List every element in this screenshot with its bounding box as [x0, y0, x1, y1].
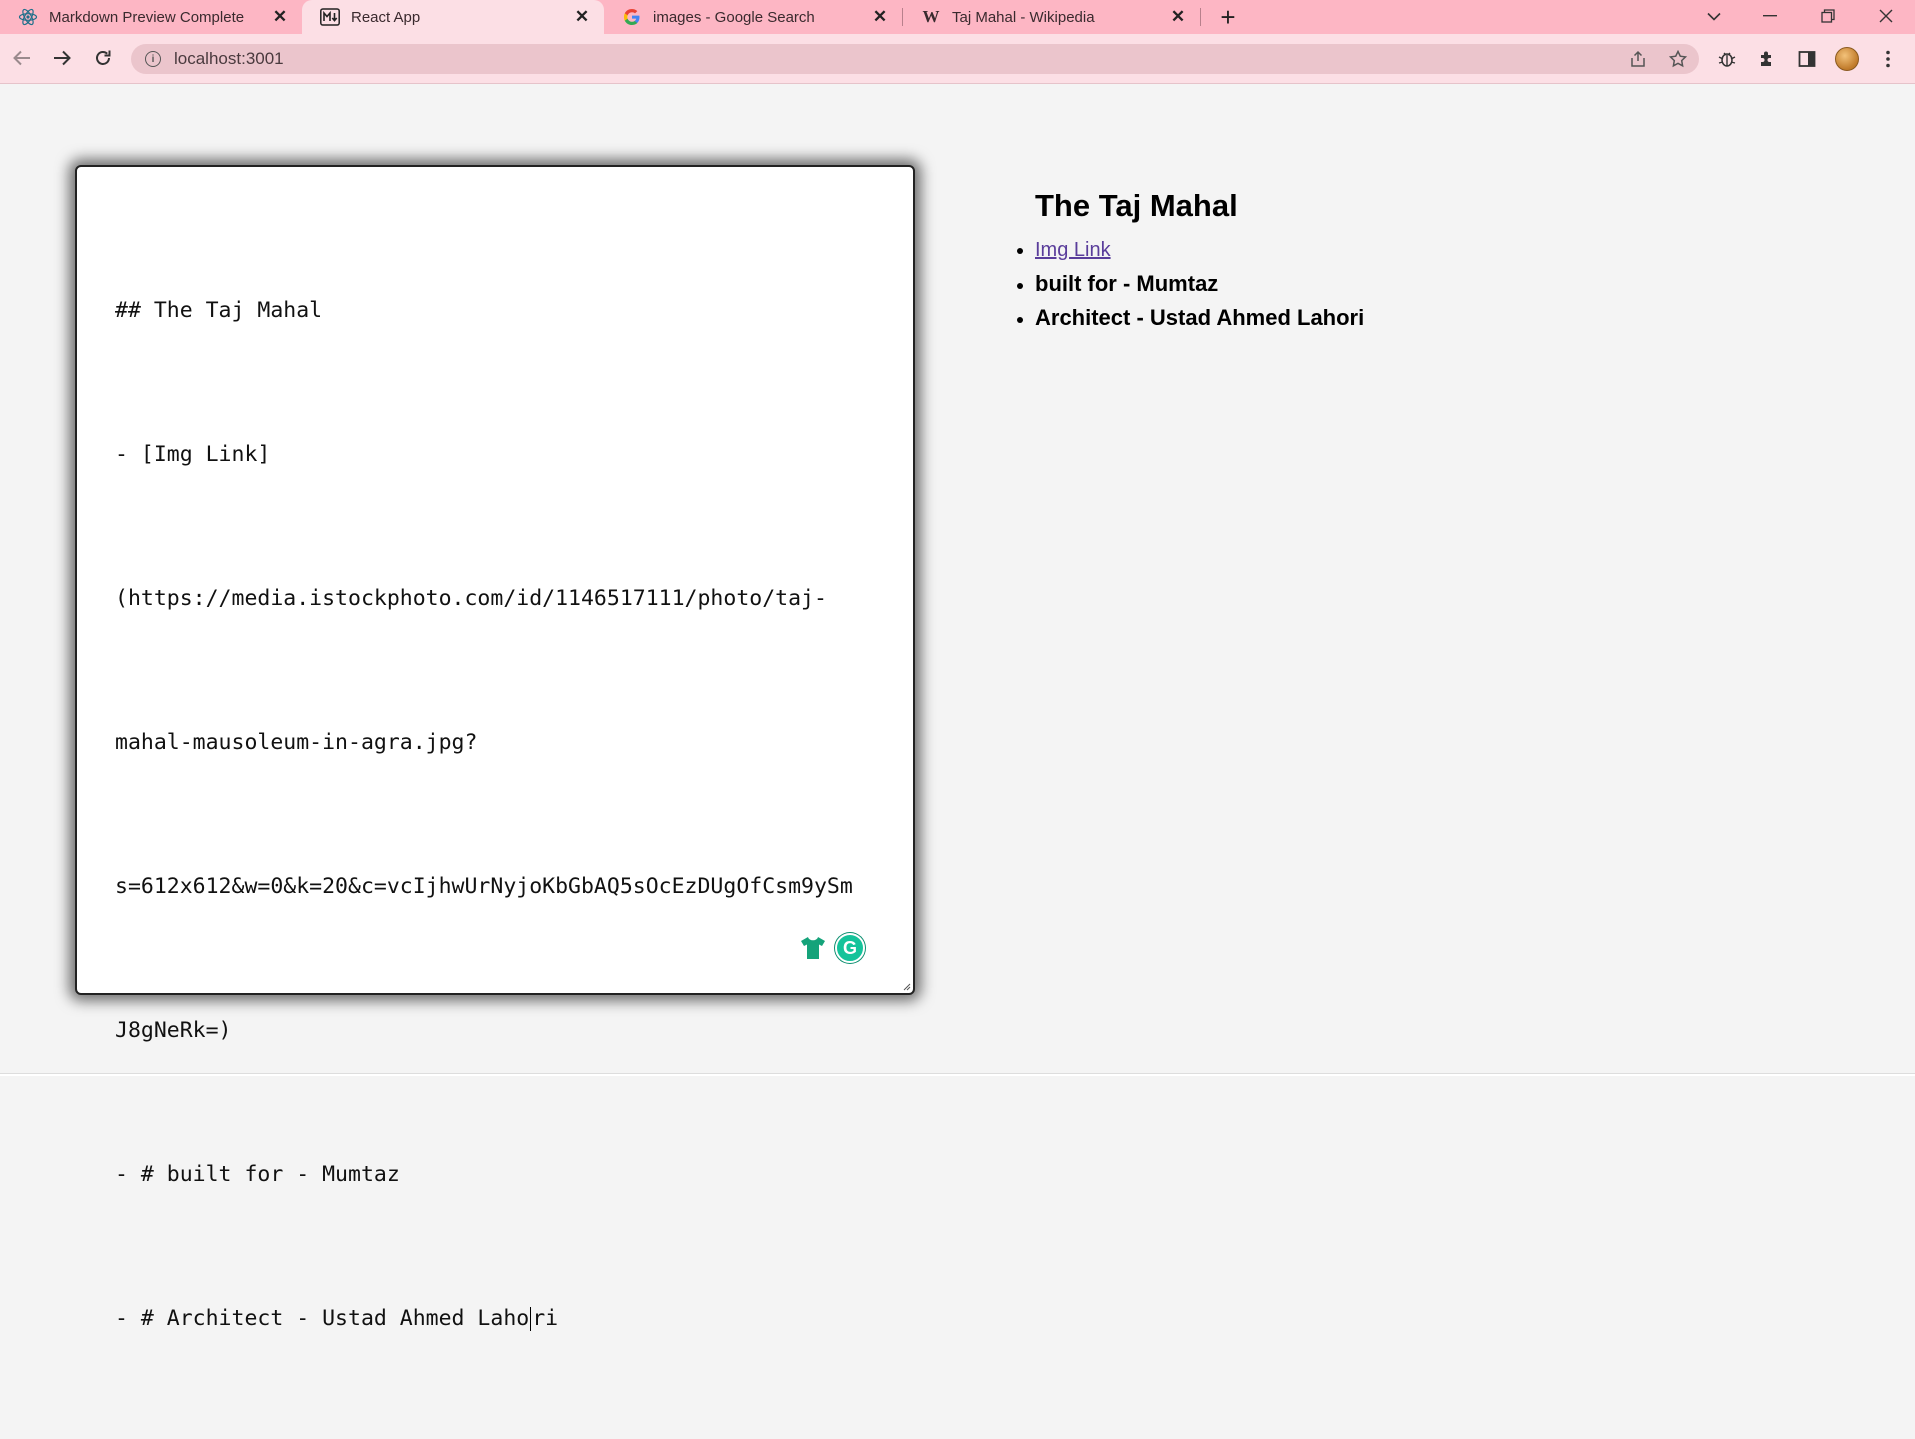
tab-wikipedia[interactable]: W Taj Mahal - Wikipedia ✕ — [903, 0, 1200, 34]
preview-heading: The Taj Mahal — [1035, 188, 1238, 223]
list-item: built for - Mumtaz — [1035, 267, 1364, 301]
wikipedia-icon: W — [922, 7, 940, 26]
markdown-preview: The Taj Mahal Img Link built for - Mumta… — [1035, 188, 1364, 335]
bookmark-star-icon[interactable] — [1667, 48, 1689, 70]
preview-list: Img Link built for - Mumtaz Architect - … — [1035, 232, 1364, 335]
text-caret — [530, 1307, 532, 1331]
address-bar[interactable]: i localhost:3001 — [131, 44, 1699, 74]
close-tab-icon[interactable]: ✕ — [870, 7, 890, 27]
site-info-icon[interactable]: i — [145, 51, 161, 67]
tab-react-app[interactable]: React App ✕ — [302, 0, 604, 34]
list-item-text: built for - Mumtaz — [1035, 271, 1219, 296]
tab-title: images - Google Search — [653, 8, 815, 26]
editor-line-before-caret: - # Architect - Ustad Ahmed Laho — [115, 1306, 530, 1331]
browser-toolbar: i localhost:3001 — [0, 34, 1915, 84]
editor-line-caret: - # Architect - Ustad Ahmed Laho ri — [115, 1295, 885, 1343]
tshirt-icon[interactable] — [800, 935, 826, 961]
browser-menu-icon[interactable] — [1873, 44, 1903, 74]
tab-search-chevron-icon[interactable] — [1686, 0, 1742, 32]
tab-strip: Markdown Preview Complete ✕ React App ✕ … — [0, 0, 1915, 34]
reload-button[interactable] — [88, 43, 118, 73]
list-item: Architect - Ustad Ahmed Lahori — [1035, 301, 1364, 335]
share-icon[interactable] — [1627, 48, 1649, 70]
react-icon — [18, 7, 38, 27]
page-content: ## The Taj Mahal - [Img Link] (https://m… — [0, 85, 1915, 1331]
editor-line: J8gNeRk=) — [115, 1018, 232, 1043]
editor-line: s=612x612&w=0&k=20&c=vcIjhwUrNyjoKbGbAQ5… — [115, 874, 853, 899]
img-link[interactable]: Img Link — [1035, 239, 1111, 261]
grammarly-icon[interactable]: G — [835, 933, 865, 963]
close-tab-icon[interactable]: ✕ — [270, 7, 290, 27]
extension-bug-icon[interactable] — [1712, 44, 1742, 74]
editor-line: - # built for - Mumtaz — [115, 1162, 400, 1187]
list-item-text: Architect - Ustad Ahmed Lahori — [1035, 305, 1365, 330]
list-item: Img Link — [1035, 232, 1364, 267]
resize-grip-icon[interactable] — [901, 981, 911, 991]
back-button[interactable] — [7, 43, 37, 73]
tab-title: React App — [351, 8, 421, 26]
editor-line: - [Img Link] — [115, 442, 271, 467]
google-icon — [622, 7, 642, 27]
close-tab-icon[interactable]: ✕ — [572, 7, 592, 27]
tab-markdown-preview-complete[interactable]: Markdown Preview Complete ✕ — [0, 0, 302, 34]
url-text: localhost:3001 — [174, 49, 284, 68]
extensions-puzzle-icon[interactable] — [1752, 44, 1782, 74]
forward-button[interactable] — [47, 43, 77, 73]
editor-line: mahal-mausoleum-in-agra.jpg? — [115, 730, 478, 755]
markdown-icon — [320, 7, 340, 27]
profile-avatar[interactable] — [1835, 47, 1859, 71]
tab-title: Taj Mahal - Wikipedia — [952, 8, 1095, 26]
markdown-editor[interactable]: ## The Taj Mahal - [Img Link] (https://m… — [75, 165, 915, 1331]
new-tab-button[interactable]: + — [1214, 2, 1242, 32]
editor-line: ## The Taj Mahal — [115, 298, 323, 323]
tab-google-search[interactable]: images - Google Search ✕ — [604, 0, 902, 34]
tab-separator — [1200, 8, 1201, 26]
tab-title: Markdown Preview Complete — [49, 8, 245, 26]
editor-line: (https://media.istockphoto.com/id/114651… — [115, 586, 827, 611]
side-panel-icon[interactable] — [1792, 44, 1822, 74]
close-tab-icon[interactable]: ✕ — [1168, 7, 1188, 27]
close-window-button[interactable] — [1858, 0, 1914, 32]
editor-text[interactable]: ## The Taj Mahal - [Img Link] (https://m… — [115, 191, 885, 1439]
minimize-button[interactable] — [1742, 0, 1798, 32]
editor-line-after-caret: ri — [532, 1306, 559, 1331]
restore-button[interactable] — [1800, 0, 1856, 32]
